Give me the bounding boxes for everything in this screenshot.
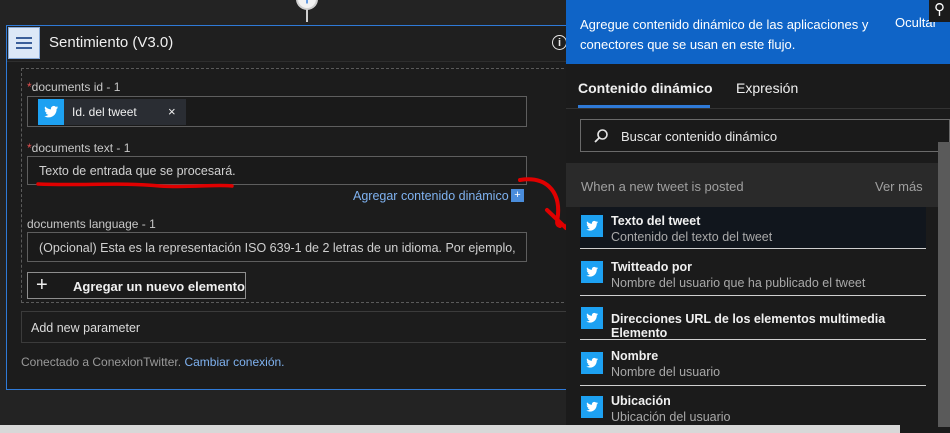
twitter-icon [581, 352, 603, 374]
list-item-media-urls[interactable]: Direcciones URL de los elementos multime… [580, 297, 926, 340]
twitter-icon [581, 307, 603, 329]
connected-text: Conectado a ConexionTwitter. [21, 355, 182, 369]
list-item-name[interactable]: Nombre Nombre del usuario [580, 341, 926, 386]
documents-language-placeholder: (Opcional) Esta es la representación ISO… [39, 241, 519, 255]
twitter-icon [581, 215, 603, 237]
documents-language-label: documents language - 1 [27, 217, 156, 231]
item-subtitle: Nombre del usuario que ha publicado el t… [611, 276, 866, 290]
add-dynamic-content-plus-icon[interactable]: + [511, 189, 524, 202]
documents-text-input[interactable]: Texto de entrada que se procesará. [27, 156, 527, 185]
item-title: Twitteado por [611, 260, 693, 274]
add-new-element-button[interactable]: + Agregar un nuevo elemento [27, 272, 246, 299]
panel-header: Agregue contenido dinámico de las aplica… [566, 0, 950, 64]
documents-text-placeholder: Texto de entrada que se procesará. [39, 164, 236, 178]
tab-expression[interactable]: Expresión [736, 80, 798, 96]
horizontal-scrollbar[interactable] [0, 425, 900, 433]
item-title: Direcciones URL de los elementos multime… [611, 312, 886, 340]
card-header[interactable]: Sentimiento (V3.0) i [7, 26, 598, 62]
dynamic-token-tweet-id[interactable]: Id. del tweet × [38, 99, 186, 125]
divider [566, 108, 950, 109]
connection-status: Conectado a ConexionTwitter. Cambiar con… [21, 355, 285, 369]
item-title: Nombre [611, 349, 659, 363]
dynamic-content-panel: Agregue contenido dinámico de las aplica… [566, 0, 950, 433]
token-label: Id. del tweet [72, 105, 137, 119]
twitter-icon [38, 99, 64, 125]
twitter-icon [581, 396, 603, 418]
twitter-icon [581, 261, 603, 283]
panel-description: Agregue contenido dinámico de las aplica… [580, 17, 869, 52]
panel-scrollbar[interactable] [938, 142, 950, 427]
add-new-parameter-label: Add new parameter [31, 321, 141, 335]
add-dynamic-content-link[interactable]: Agregar contenido dinámico [353, 189, 509, 203]
add-new-parameter-dropdown[interactable]: Add new parameter [21, 311, 584, 343]
documents-language-input[interactable]: (Opcional) Esta es la representación ISO… [27, 232, 527, 262]
change-connection-link[interactable]: Cambiar conexión. [184, 355, 284, 369]
list-icon [8, 27, 40, 59]
section-header: When a new tweet is posted Ver más [566, 163, 938, 207]
info-icon[interactable]: i [552, 35, 567, 50]
documents-id-label: *documents id - 1 [27, 80, 121, 94]
tab-dynamic-content[interactable]: Contenido dinámico [578, 80, 713, 96]
add-new-element-label: Agregar un nuevo elemento [73, 279, 245, 294]
item-subtitle: Nombre del usuario [611, 365, 721, 379]
item-title: Texto del tweet [611, 214, 701, 228]
item-title: Ubicación [611, 394, 671, 408]
documents-text-label: *documents text - 1 [27, 141, 131, 155]
documents-array-group: *documents id - 1 Id. del tweet × *docum… [21, 68, 584, 303]
documents-id-field[interactable]: Id. del tweet × [27, 96, 527, 127]
plus-icon: + [36, 274, 48, 296]
insert-step-plus-icon[interactable]: + [296, 0, 318, 10]
close-icon[interactable]: × [168, 104, 176, 119]
list-item-tweeted-by[interactable]: Twitteado por Nombre del usuario que ha … [580, 251, 926, 296]
search-icon [593, 128, 609, 149]
section-title: When a new tweet is posted [581, 179, 744, 194]
see-more-link[interactable]: Ver más [875, 179, 923, 194]
action-card-sentiment: Sentimiento (V3.0) i *documents id - 1 I… [6, 25, 599, 390]
search-icon[interactable]: ⚲ [929, 0, 950, 22]
item-subtitle: Ubicación del usuario [611, 410, 731, 424]
item-subtitle: Contenido del texto del tweet [611, 230, 773, 244]
card-title: Sentimiento (V3.0) [49, 34, 174, 51]
search-dynamic-content-input[interactable]: Buscar contenido dinámico [580, 119, 950, 152]
search-placeholder: Buscar contenido dinámico [621, 129, 778, 144]
list-item-tweet-text[interactable]: Texto del tweet Contenido del texto del … [580, 207, 926, 249]
list-item-location[interactable]: Ubicación Ubicación del usuario [580, 387, 926, 425]
